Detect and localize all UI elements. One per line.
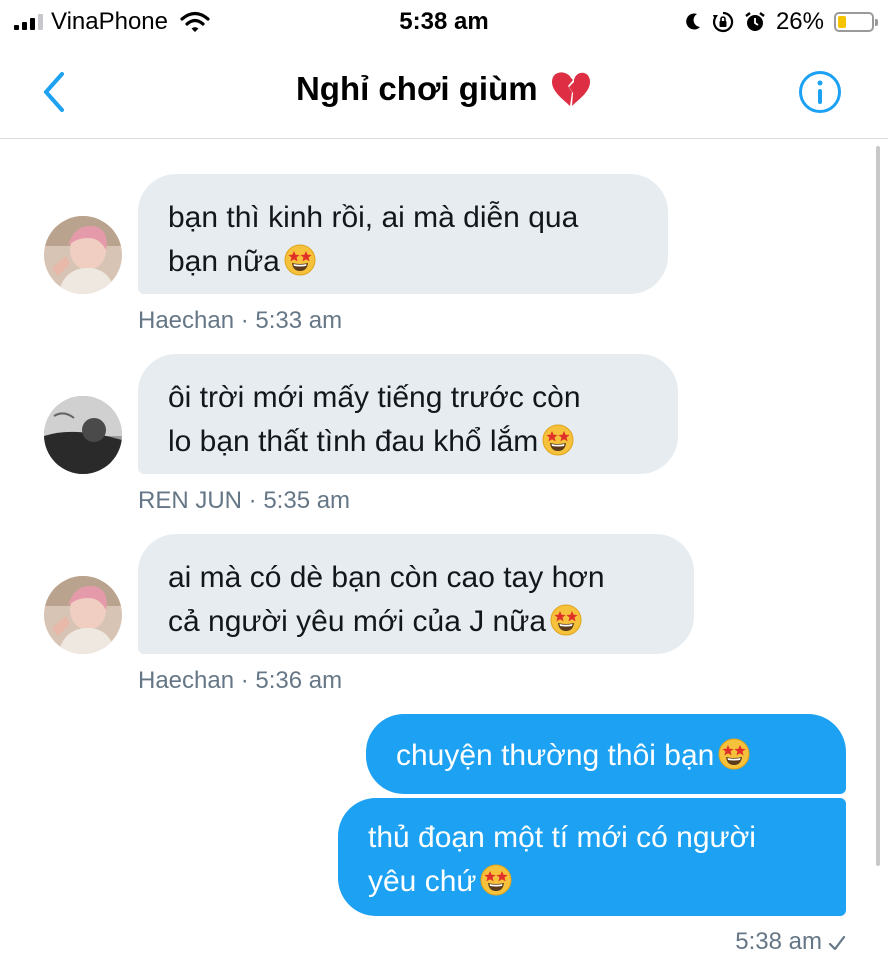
message-time: 5:38 am: [735, 928, 822, 955]
message-bubble-incoming[interactable]: ai mà có dè bạn còn cao tay hơn cả người…: [138, 534, 694, 654]
avatar-image: [44, 396, 122, 474]
message-bubble-incoming[interactable]: ôi trời mới mấy tiếng trước còn lo bạn t…: [138, 354, 678, 474]
message-line-with-emoji: cả người yêu mới của J nữa: [168, 600, 664, 644]
star-struck-icon: [480, 864, 512, 896]
alarm-icon: [745, 12, 765, 31]
star-struck-icon: [718, 738, 750, 770]
message-line: cả người yêu mới của J nữa: [168, 605, 547, 638]
message-bubble-outgoing[interactable]: thủ đoạn một tí mới có người yêu chứ: [338, 798, 846, 916]
avatar-image: [44, 216, 122, 294]
battery-level: [838, 16, 846, 28]
message-bubble-outgoing[interactable]: chuyện thường thôi bạn: [366, 714, 846, 794]
avatar-haechan[interactable]: [44, 216, 122, 294]
message-line: ôi trời mới mấy tiếng trước còn: [168, 381, 581, 414]
message-line: chuyện thường thôi bạn: [396, 739, 715, 772]
star-struck-icon: [542, 424, 574, 456]
message-line-with-emoji: lo bạn thất tình đau khổ lắm: [168, 420, 648, 464]
message-meta: Haechan · 5:33 am: [138, 307, 343, 334]
message-line: thủ đoạn một tí mới có người: [368, 821, 756, 854]
message-line-with-emoji: chuyện thường thôi bạn: [396, 734, 816, 778]
message-line: bạn thì kinh rồi, ai mà diễn qua: [168, 201, 579, 234]
info-button[interactable]: [798, 70, 842, 114]
battery-icon: [834, 12, 878, 32]
message-bubble-incoming[interactable]: bạn thì kinh rồi, ai mà diễn qua bạn nữa: [138, 174, 668, 294]
checkmark-icon: [828, 935, 846, 951]
avatar-image: [44, 576, 122, 654]
star-struck-icon: [284, 244, 316, 276]
conversation-header: Nghỉ chơi giùm: [0, 46, 888, 139]
message-meta: REN JUN · 5:35 am: [138, 487, 351, 514]
status-bar: VinaPhone 5:38 am 26%: [0, 0, 888, 46]
scrollbar[interactable]: [876, 146, 880, 866]
info-icon: [799, 71, 841, 113]
conversation-title: Nghỉ chơi giùm: [295, 70, 538, 107]
star-struck-icon: [550, 604, 582, 636]
avatar-haechan[interactable]: [44, 576, 122, 654]
message-line: ai mà có dè bạn còn cao tay hơn: [168, 561, 605, 594]
battery-percent: 26%: [775, 8, 824, 35]
message-meta: Haechan · 5:36 am: [138, 667, 343, 694]
status-bar-right: 26%: [684, 8, 878, 36]
message-line: yêu chứ: [368, 865, 477, 898]
message-line: lo bạn thất tình đau khổ lắm: [168, 425, 539, 458]
orientation-lock-icon: [712, 11, 734, 33]
message-meta: 5:38 am: [735, 928, 846, 956]
avatar-ren-jun[interactable]: [44, 396, 122, 474]
message-line-with-emoji: yêu chứ: [368, 860, 816, 904]
broken-heart-icon: [552, 72, 591, 106]
message-line: bạn nữa: [168, 245, 280, 278]
moon-icon: [686, 13, 700, 30]
message-line-with-emoji: bạn nữa: [168, 240, 638, 284]
title-wrap: Nghỉ chơi giùm: [0, 70, 888, 108]
